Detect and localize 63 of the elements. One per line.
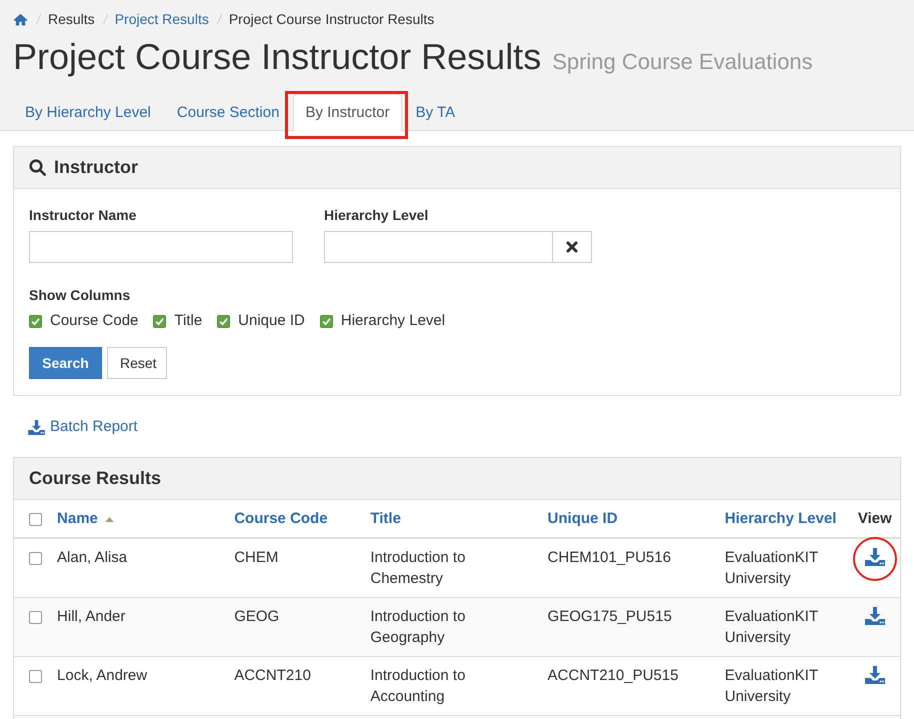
unique-id-cell: GEOG175_PU515 bbox=[548, 608, 672, 625]
slash-icon bbox=[102, 14, 108, 24]
unique-id-cell: ACCNT210_PU515 bbox=[548, 667, 678, 684]
column-sort-link[interactable]: Course Code bbox=[234, 510, 328, 527]
checkbox-label[interactable]: Title bbox=[174, 311, 202, 331]
breadcrumb-item: Results bbox=[48, 10, 95, 28]
column-sort-link[interactable]: Hierarchy Level bbox=[724, 510, 836, 527]
column-sort-link[interactable]: Name bbox=[57, 510, 98, 527]
title-cell: Introduction to Chemestry bbox=[370, 549, 466, 587]
title-cell: Introduction to Geography bbox=[370, 608, 466, 646]
page-subtitle: Spring Course Evaluations bbox=[552, 49, 813, 75]
hierarchy-level-cell: EvaluationKIT University bbox=[724, 549, 818, 587]
instructor-name-cell: Lock, Andrew bbox=[57, 667, 148, 684]
column-header: View bbox=[858, 510, 892, 527]
input-field[interactable] bbox=[324, 231, 553, 263]
tab[interactable]: Course Section bbox=[164, 94, 292, 132]
slash-icon bbox=[216, 14, 222, 24]
instructor-name-cell: Hill, Ander bbox=[57, 608, 126, 625]
page-title: Project Course Instructor Results bbox=[13, 37, 542, 77]
close-icon bbox=[566, 241, 578, 253]
instructor-name-cell: Alan, Alisa bbox=[57, 549, 128, 566]
field-label: Show Columns bbox=[29, 286, 130, 305]
field-label: Instructor Name bbox=[29, 206, 136, 225]
hierarchy-level-cell: EvaluationKIT University bbox=[724, 667, 818, 705]
checkbox[interactable] bbox=[217, 314, 230, 328]
course-code-cell: GEOG bbox=[234, 608, 280, 625]
input-field[interactable] bbox=[29, 231, 293, 263]
row-checkbox[interactable] bbox=[29, 552, 42, 565]
title-cell: Introduction to Accounting bbox=[370, 667, 466, 705]
tab[interactable]: By TA bbox=[404, 94, 468, 132]
breadcrumb-item: Project Course Instructor Results bbox=[228, 10, 434, 28]
reset-button[interactable]: Reset bbox=[107, 347, 167, 379]
slash-icon bbox=[36, 14, 41, 24]
download-icon[interactable] bbox=[864, 666, 885, 684]
panel-title: Course Results bbox=[29, 468, 162, 489]
hierarchy-level-cell: EvaluationKIT University bbox=[724, 608, 818, 646]
tab[interactable]: By Instructor bbox=[293, 94, 402, 132]
search-icon bbox=[29, 159, 46, 176]
unique-id-cell: CHEM101_PU516 bbox=[548, 549, 671, 566]
column-sort-link[interactable]: Title bbox=[370, 510, 401, 527]
field-label: Hierarchy Level bbox=[324, 206, 428, 225]
checkbox-label[interactable]: Course Code bbox=[50, 311, 138, 331]
checkbox[interactable] bbox=[29, 314, 42, 328]
breadcrumb-link[interactable]: Project Results bbox=[114, 10, 209, 28]
tab[interactable]: By Hierarchy Level bbox=[13, 94, 163, 132]
course-code-cell: CHEM bbox=[234, 549, 278, 566]
checkbox[interactable] bbox=[320, 314, 333, 328]
panel-title: Instructor bbox=[54, 157, 138, 178]
download-icon[interactable] bbox=[28, 420, 45, 434]
checkbox[interactable] bbox=[153, 314, 166, 328]
home-icon[interactable] bbox=[13, 12, 28, 26]
checkbox-label[interactable]: Unique ID bbox=[238, 311, 305, 331]
clear-button[interactable] bbox=[553, 231, 592, 263]
checkbox-label[interactable]: Hierarchy Level bbox=[340, 311, 446, 331]
download-icon[interactable] bbox=[864, 607, 885, 625]
row-checkbox[interactable] bbox=[29, 610, 42, 624]
column-sort-link[interactable]: Unique ID bbox=[548, 510, 618, 527]
download-icon[interactable] bbox=[864, 548, 885, 566]
select-all-checkbox[interactable] bbox=[29, 512, 42, 526]
search-button[interactable]: Search bbox=[29, 347, 102, 379]
course-code-cell: ACCNT210 bbox=[234, 667, 311, 684]
batch-report-link[interactable]: Batch Report bbox=[50, 417, 138, 437]
row-checkbox[interactable] bbox=[29, 670, 42, 683]
